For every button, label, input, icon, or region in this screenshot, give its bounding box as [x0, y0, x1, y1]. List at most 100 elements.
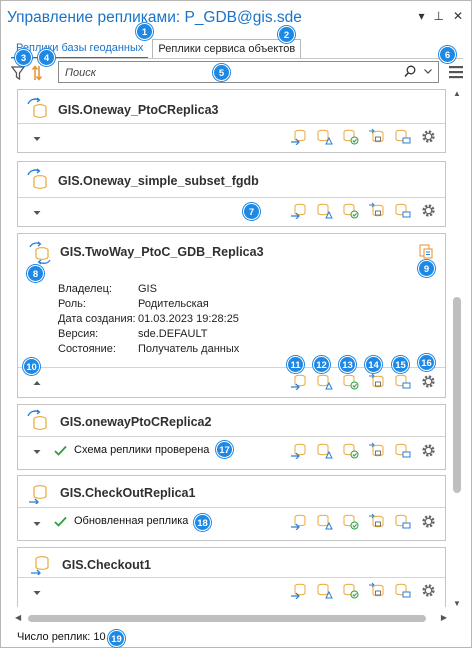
gear-icon[interactable]: [420, 582, 437, 599]
replica-card[interactable]: GIS.onewayPtoCReplica2 Схема реплики про…: [17, 404, 446, 470]
chevron-down-icon[interactable]: [423, 66, 433, 76]
version-value: sde.DEFAULT: [138, 328, 208, 340]
export-changes-icon[interactable]: [316, 442, 333, 459]
replica-card[interactable]: GIS.Oneway_simple_subset_fgdb: [17, 161, 446, 227]
sort-icon[interactable]: [31, 63, 43, 83]
callout-11: 11: [287, 356, 304, 373]
validate-schema-icon[interactable]: [342, 373, 359, 390]
replica-card[interactable]: GIS.CheckOutReplica1 Обновленная реплика: [17, 475, 446, 541]
gear-icon[interactable]: [420, 202, 437, 219]
replica-status: Обновленная реплика: [54, 515, 188, 527]
replica-actions: [290, 513, 437, 530]
pane-controls: ▾ ⊥ ✕: [418, 9, 463, 23]
detail-row: Версия: sde.DEFAULT: [58, 327, 239, 342]
import-message-icon[interactable]: [394, 202, 411, 219]
callout-9: 9: [418, 260, 435, 277]
pin-icon[interactable]: ⊥: [433, 9, 443, 23]
compare-schema-icon[interactable]: [368, 582, 385, 599]
export-changes-icon[interactable]: [316, 373, 333, 390]
search-toolbar: [11, 61, 463, 85]
synchronize-icon[interactable]: [290, 582, 307, 599]
replica-details: Владелец: GIS Роль: Родительская Дата созд…: [58, 282, 239, 357]
tab-divider: [11, 58, 463, 59]
expand-chevron-icon[interactable]: [32, 209, 42, 217]
export-changes-icon[interactable]: [316, 513, 333, 530]
compare-schema-icon[interactable]: [368, 373, 385, 390]
tab-feature-service-replicas[interactable]: Реплики сервиса объектов: [152, 39, 302, 59]
replica-card[interactable]: GIS.Oneway_PtoCReplica3: [17, 89, 446, 153]
replica-card-expanded[interactable]: GIS.TwoWay_PtoC_GDB_Replica3 Владелец: GI…: [17, 233, 446, 398]
scroll-down-icon[interactable]: ▼: [453, 599, 461, 608]
callout-13: 13: [339, 356, 356, 373]
replica-actions: [290, 128, 437, 145]
compare-schema-icon[interactable]: [368, 128, 385, 145]
gear-icon[interactable]: [420, 442, 437, 459]
close-icon[interactable]: ✕: [453, 9, 463, 23]
state-value: Получатель данных: [138, 343, 240, 355]
scroll-right-icon[interactable]: ▶: [441, 613, 447, 622]
replica-list: GIS.Oneway_PtoCReplica3 GIS.Oneway_simpl…: [17, 89, 446, 607]
replica-card[interactable]: GIS.Checkout1: [17, 547, 446, 607]
gear-icon[interactable]: [420, 128, 437, 145]
validate-schema-icon[interactable]: [342, 128, 359, 145]
replica-property-icon[interactable]: [418, 244, 433, 259]
role-label: Роль:: [58, 298, 86, 310]
replica-actions: [290, 202, 437, 219]
collapse-chevron-icon[interactable]: [32, 379, 42, 387]
replica-name: GIS.CheckOutReplica1: [60, 486, 196, 500]
import-message-icon[interactable]: [394, 373, 411, 390]
card-separator: [18, 507, 445, 508]
vertical-scrollbar[interactable]: ▲ ▼: [450, 89, 464, 608]
export-changes-icon[interactable]: [316, 582, 333, 599]
import-message-icon[interactable]: [394, 582, 411, 599]
import-message-icon[interactable]: [394, 513, 411, 530]
callout-15: 15: [392, 356, 409, 373]
callout-14: 14: [365, 356, 382, 373]
horizontal-scroll-thumb[interactable]: [28, 615, 426, 622]
expand-chevron-icon[interactable]: [32, 589, 42, 597]
callout-1: 1: [136, 23, 153, 40]
callout-16: 16: [418, 354, 435, 371]
detail-row: Владелец: GIS: [58, 282, 239, 297]
horizontal-scrollbar[interactable]: ◀ ▶: [15, 612, 447, 624]
replica-status: Схема реплики проверена: [54, 444, 209, 456]
synchronize-icon[interactable]: [290, 373, 307, 390]
import-message-icon[interactable]: [394, 128, 411, 145]
compare-schema-icon[interactable]: [368, 202, 385, 219]
gear-icon[interactable]: [420, 373, 437, 390]
pane-options-icon[interactable]: ▾: [418, 9, 424, 23]
validate-schema-icon[interactable]: [342, 442, 359, 459]
oneway-replica-icon: [27, 168, 47, 189]
compare-schema-icon[interactable]: [368, 442, 385, 459]
validate-schema-icon[interactable]: [342, 582, 359, 599]
synchronize-icon[interactable]: [290, 513, 307, 530]
vertical-scroll-thumb[interactable]: [453, 297, 461, 493]
export-changes-icon[interactable]: [316, 202, 333, 219]
state-label: Состояние:: [58, 343, 116, 355]
gear-icon[interactable]: [420, 513, 437, 530]
validate-schema-icon[interactable]: [342, 513, 359, 530]
role-value: Родительская: [138, 298, 209, 310]
replica-name: GIS.Oneway_simple_subset_fgdb: [58, 174, 259, 188]
export-changes-icon[interactable]: [316, 128, 333, 145]
created-label: Дата создания:: [58, 313, 136, 325]
synchronize-icon[interactable]: [290, 442, 307, 459]
scroll-left-icon[interactable]: ◀: [15, 613, 21, 622]
compare-schema-icon[interactable]: [368, 513, 385, 530]
replica-count: Число реплик: 10: [17, 631, 106, 643]
import-message-icon[interactable]: [394, 442, 411, 459]
expand-chevron-icon[interactable]: [32, 448, 42, 456]
validate-schema-icon[interactable]: [342, 202, 359, 219]
filter-icon[interactable]: [11, 65, 25, 81]
synchronize-icon[interactable]: [290, 128, 307, 145]
synchronize-icon[interactable]: [290, 202, 307, 219]
scroll-up-icon[interactable]: ▲: [453, 89, 461, 98]
callout-4: 4: [38, 49, 55, 66]
replica-manager-pane: Управление репликами: P_GDB@gis.sde ▾ ⊥ …: [0, 0, 472, 648]
owner-label: Владелец:: [58, 283, 112, 295]
search-icon[interactable]: [404, 65, 416, 78]
expand-chevron-icon[interactable]: [32, 135, 42, 143]
expand-chevron-icon[interactable]: [32, 520, 42, 528]
menu-icon[interactable]: [449, 65, 463, 79]
oneway-replica-icon: [27, 97, 47, 118]
